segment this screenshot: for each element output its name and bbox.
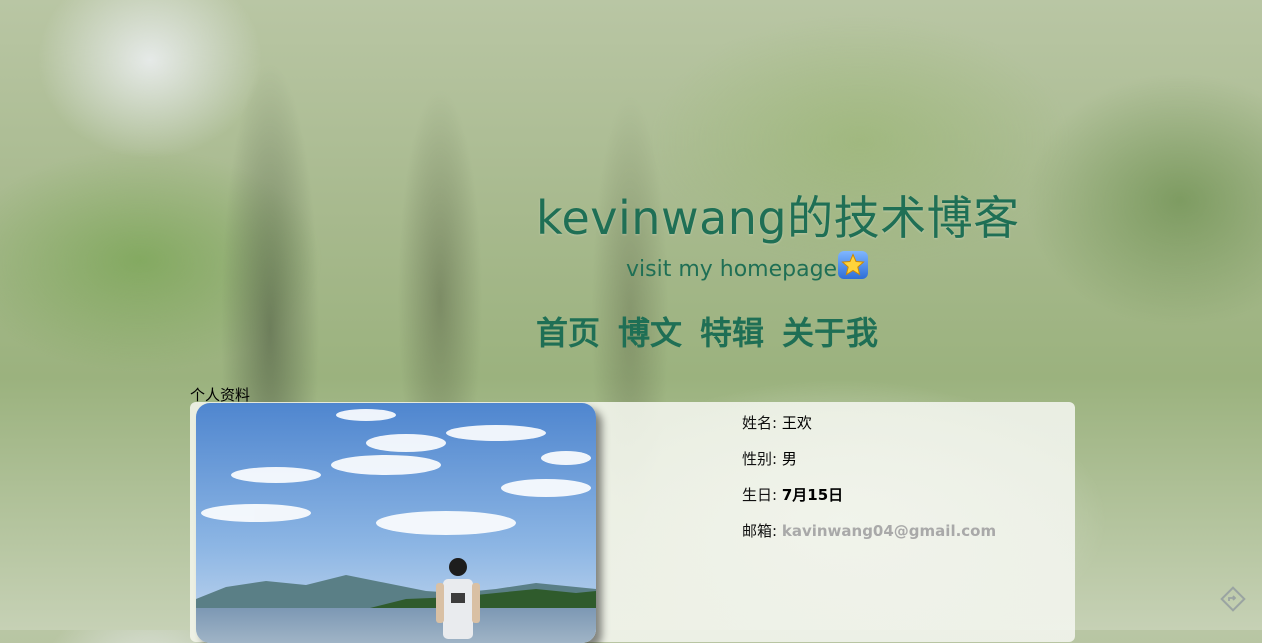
field-label: 邮箱: [742,522,778,540]
profile-photo [196,403,596,643]
nav-item-home: 首页 [536,308,600,354]
nav-link-about[interactable]: 关于我 [782,314,878,352]
nav-item-features: 特辑 [700,308,764,354]
profile-field-gender: 性别: 男 [742,448,996,484]
subtitle-text[interactable]: visit my homepage [626,257,837,282]
nav-item-about: 关于我 [782,308,878,354]
profile-info-list: 姓名: 王欢 性别: 男 生日: 7月15日 邮箱: kavinwang04@g… [742,412,996,556]
nav-item-posts: 博文 [618,308,682,354]
field-label: 姓名: [742,414,778,432]
page: kevinwang的技术博客 visit my homepage 首页 博文 特… [0,0,1262,643]
field-label: 生日: [742,486,778,504]
site-title[interactable]: kevinwang的技术博客 [536,182,1020,248]
email-link[interactable]: kavinwang04@gmail.com [782,522,996,540]
share-arrow-icon[interactable] [1220,586,1246,612]
field-value: 男 [781,450,797,468]
field-value: 王欢 [781,414,812,432]
profile-card: 姓名: 王欢 性别: 男 生日: 7月15日 邮箱: kavinwang04@g… [190,402,1075,643]
field-label: 性别: [742,450,778,468]
main-nav: 首页 博文 特辑 关于我 [536,308,878,354]
profile-field-birthday: 生日: 7月15日 [742,484,996,520]
subtitle-link[interactable]: visit my homepage [626,251,869,283]
profile-field-name: 姓名: 王欢 [742,412,996,448]
star-badge-icon[interactable] [838,251,869,279]
profile-field-email: 邮箱: kavinwang04@gmail.com [742,520,996,556]
nav-link-posts[interactable]: 博文 [618,314,682,352]
nav-link-home[interactable]: 首页 [536,314,600,352]
nav-link-features[interactable]: 特辑 [700,314,764,352]
field-value: 7月15日 [781,486,844,504]
